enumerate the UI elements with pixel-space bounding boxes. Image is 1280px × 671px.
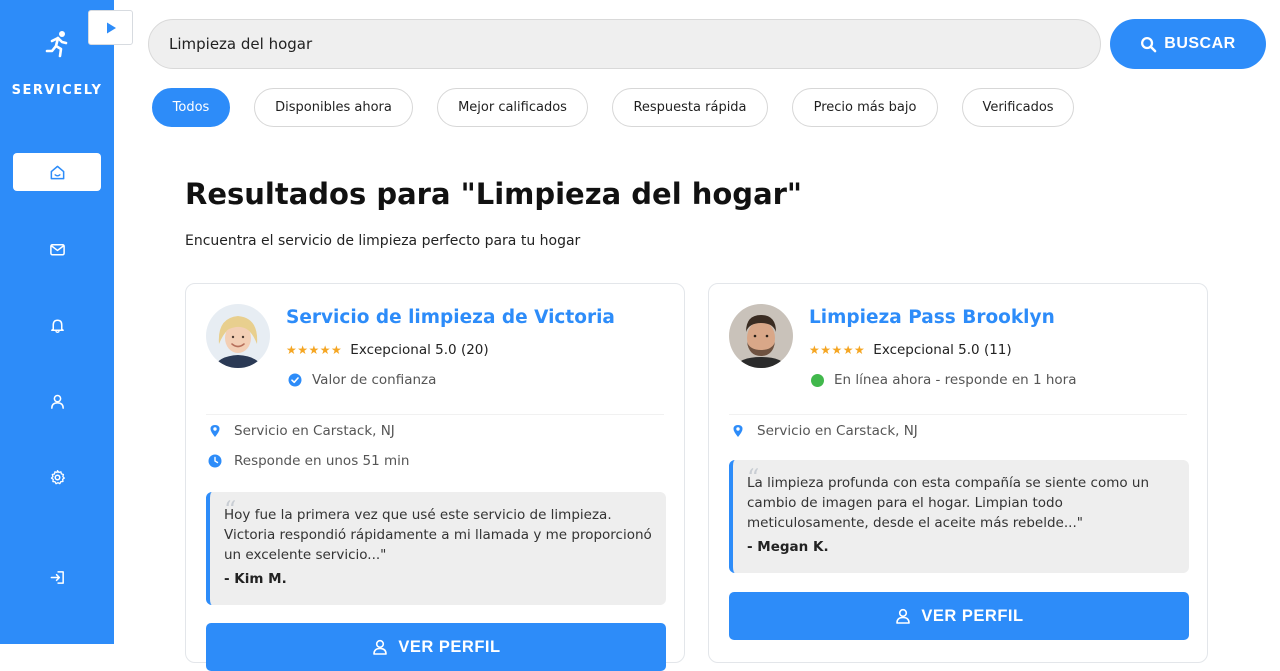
view-profile-label: VER PERFIL — [921, 606, 1024, 625]
nav-item-profile[interactable] — [13, 382, 101, 420]
review-text: Hoy fue la primera vez que usé este serv… — [224, 507, 652, 563]
nav-item-settings[interactable] — [13, 458, 101, 496]
provider-card: Limpieza Pass Brooklyn ★★★★★ Excepcional… — [708, 283, 1208, 663]
filter-chip-mejor-calificados[interactable]: Mejor calificados — [437, 88, 588, 127]
provider-card: Servicio de limpieza de Victoria ★★★★★ E… — [185, 283, 685, 671]
nav-item-notifications[interactable] — [13, 306, 101, 344]
sidebar: SERVICELY — [0, 0, 114, 644]
location-text: Servicio en Carstack, NJ — [757, 423, 918, 439]
mail-icon — [49, 243, 65, 255]
response-time-row: Responde en unos 51 min — [208, 453, 409, 469]
page-subtitle: Encuentra el servicio de limpieza perfec… — [185, 233, 581, 249]
filter-chip-precio-bajo[interactable]: Precio más bajo — [792, 88, 938, 127]
provider-name[interactable]: Servicio de limpieza de Victoria — [286, 307, 615, 328]
rating: ★★★★★ Excepcional 5.0 (20) — [286, 342, 489, 358]
review-author: - Kim M. — [224, 571, 287, 587]
view-profile-label: VER PERFIL — [398, 637, 501, 656]
response-time-text: Responde en unos 51 min — [234, 453, 410, 469]
nav-item-messages[interactable] — [13, 230, 101, 268]
sidebar-toggle-button[interactable] — [88, 10, 133, 45]
verified-check-icon — [288, 373, 302, 387]
review-author: - Megan K. — [747, 539, 829, 555]
rating-text: Excepcional 5.0 (20) — [350, 342, 489, 358]
divider — [206, 414, 664, 415]
divider — [729, 414, 1187, 415]
user-icon — [373, 639, 388, 655]
search-input[interactable] — [148, 19, 1101, 69]
trust-badge: Valor de confianza — [288, 372, 436, 388]
view-profile-button[interactable]: VER PERFIL — [729, 592, 1189, 640]
filter-chip-disponibles[interactable]: Disponibles ahora — [254, 88, 413, 127]
search-button-label: BUSCAR — [1164, 35, 1236, 52]
location-text: Servicio en Carstack, NJ — [234, 423, 395, 439]
review-quote: “ Hoy fue la primera vez que usé este se… — [206, 492, 666, 605]
bell-icon — [50, 319, 64, 333]
online-dot-icon — [811, 373, 824, 387]
avatar — [206, 304, 270, 368]
search-icon — [1141, 36, 1157, 52]
logout-icon — [50, 570, 64, 584]
home-icon — [50, 165, 64, 179]
brand-name: SERVICELY — [11, 83, 103, 98]
location-pin-icon — [210, 425, 220, 437]
user-icon — [896, 608, 911, 624]
online-status: En línea ahora - responde en 1 hora — [811, 372, 1077, 388]
rating: ★★★★★ Excepcional 5.0 (11) — [809, 342, 1012, 358]
user-icon — [50, 394, 64, 409]
location-pin-icon — [733, 425, 743, 437]
clock-icon — [208, 454, 222, 468]
provider-name[interactable]: Limpieza Pass Brooklyn — [809, 307, 1055, 328]
gear-icon — [50, 469, 65, 484]
filter-chip-verificados[interactable]: Verificados — [962, 88, 1074, 127]
rating-text: Excepcional 5.0 (11) — [873, 342, 1012, 358]
review-quote: “ La limpieza profunda con esta compañía… — [729, 460, 1189, 573]
quote-mark: “ — [747, 464, 760, 492]
page-title: Resultados para "Limpieza del hogar" — [185, 177, 803, 211]
running-person-icon — [43, 30, 71, 58]
quote-mark: “ — [224, 496, 237, 524]
star-rating-icon: ★★★★★ — [809, 343, 866, 357]
location-row: Servicio en Carstack, NJ — [731, 423, 918, 439]
review-text: La limpieza profunda con esta compañía s… — [747, 475, 1150, 531]
filter-chip-todos[interactable]: Todos — [152, 88, 230, 127]
view-profile-button[interactable]: VER PERFIL — [206, 623, 666, 671]
nav-item-logout[interactable] — [13, 558, 101, 596]
filter-chip-respuesta-rapida[interactable]: Respuesta rápida — [612, 88, 768, 127]
avatar — [729, 304, 793, 368]
star-rating-icon: ★★★★★ — [286, 343, 343, 357]
badge-label: Valor de confianza — [312, 372, 437, 388]
location-row: Servicio en Carstack, NJ — [208, 423, 395, 439]
status-label: En línea ahora - responde en 1 hora — [834, 372, 1077, 388]
nav-item-home[interactable] — [13, 153, 101, 191]
search-button[interactable]: BUSCAR — [1110, 19, 1266, 69]
play-icon — [106, 22, 116, 33]
